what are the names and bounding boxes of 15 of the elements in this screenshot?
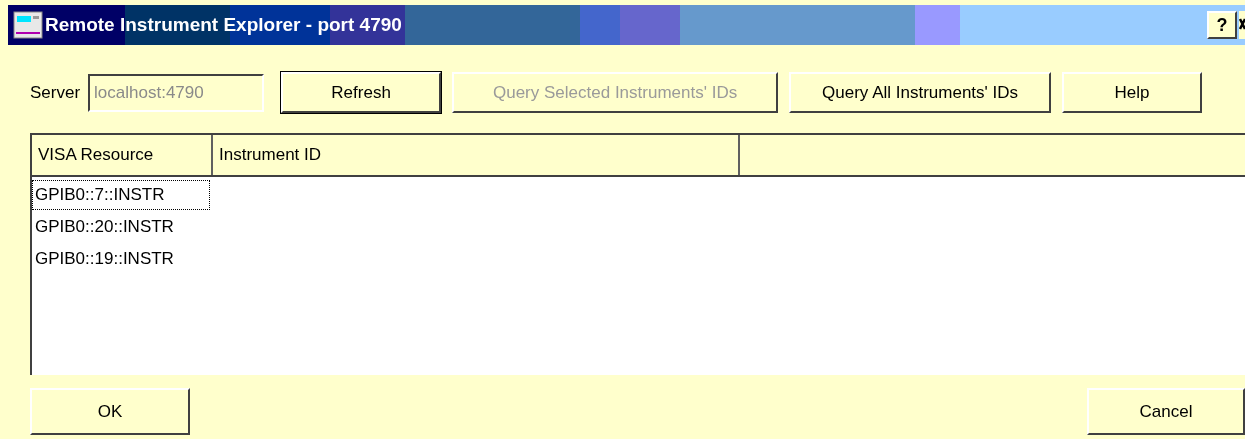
- window-title: Remote Instrument Explorer - port 4790: [45, 12, 402, 37]
- dialog-button[interactable]: Cancel: [1087, 388, 1245, 435]
- table-cell[interactable]: GPIB0::7::INSTR: [32, 180, 210, 210]
- column-header[interactable]: Instrument ID: [213, 135, 740, 175]
- column-header[interactable]: VISA Resource: [32, 135, 213, 175]
- help-title-button[interactable]: ?: [1207, 11, 1237, 39]
- dialog-button[interactable]: OK: [30, 388, 190, 435]
- toolbar-button[interactable]: Query All Instruments' IDs: [789, 72, 1052, 113]
- toolbar-button[interactable]: Refresh: [281, 72, 442, 113]
- app-icon: [13, 10, 43, 40]
- table-cell[interactable]: GPIB0::20::INSTR: [32, 212, 210, 242]
- server-label: Server: [30, 81, 81, 104]
- table-cell[interactable]: GPIB0::19::INSTR: [32, 244, 210, 274]
- close-icon[interactable]: [1239, 11, 1245, 39]
- toolbar-button[interactable]: Help: [1062, 72, 1203, 113]
